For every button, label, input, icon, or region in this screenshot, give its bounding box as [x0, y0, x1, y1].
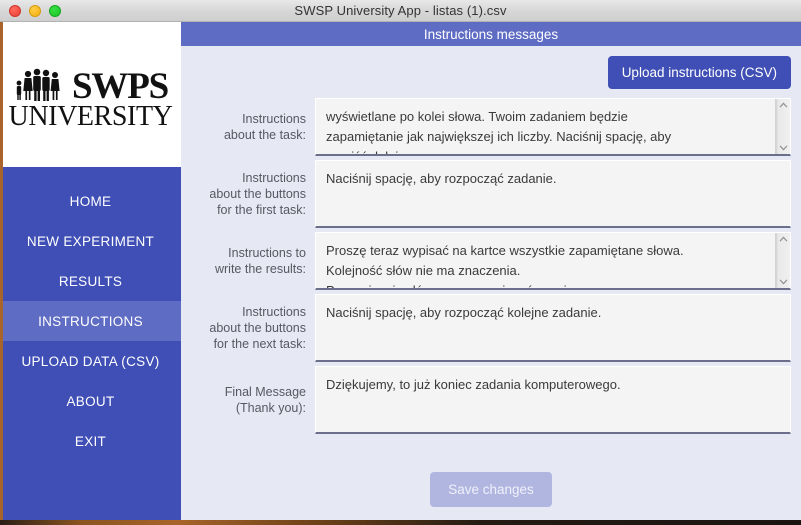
field-label-line: write the results: [214, 262, 306, 276]
textarea-task-instructions[interactable]: wyświetlane po kolei słowa. Twoim zadani… [315, 98, 791, 156]
field-row-task-instructions: Instructions about the task: wyświetlane… [191, 98, 791, 156]
field-label-line: about the buttons [209, 187, 306, 201]
content-area: Instructions messages Upload instruction… [181, 22, 801, 520]
close-button[interactable] [9, 4, 21, 17]
textarea-value[interactable]: Dziękujemy, to już koniec zadania komput… [316, 367, 790, 432]
sidebar-item-results[interactable]: RESULTS [0, 261, 181, 301]
textarea-value[interactable]: Naciśnij spację, aby rozpocząć zadanie. [316, 161, 790, 226]
window-body: SWPS UNIVERSITY HOME NEW EXPERIMENT RESU… [0, 22, 801, 520]
sidebar: SWPS UNIVERSITY HOME NEW EXPERIMENT RESU… [0, 22, 181, 520]
chevron-down-icon[interactable] [779, 279, 788, 285]
textarea-final-message[interactable]: Dziękujemy, to już koniec zadania komput… [315, 366, 791, 434]
field-label-line: (Thank you): [235, 401, 306, 415]
field-label-line: Instructions [242, 112, 306, 126]
desktop-edge-sliver [0, 22, 3, 520]
textarea-write-results[interactable]: Proszę teraz wypisać na kartce wszystkie… [315, 232, 791, 290]
field-label-line: for the first task: [217, 203, 306, 217]
save-toolbar: Save changes [181, 458, 801, 520]
field-row-first-task-buttons: Instructions about the buttons for the f… [191, 160, 791, 228]
sidebar-item-label: ABOUT [66, 393, 115, 409]
sidebar-item-upload-data[interactable]: UPLOAD DATA (CSV) [0, 341, 181, 381]
field-label-line: for the next task: [213, 337, 306, 351]
field-label-line: about the buttons [209, 321, 306, 335]
sidebar-item-new-experiment[interactable]: NEW EXPERIMENT [0, 221, 181, 261]
field-row-final-message: Final Message (Thank you): Dziękujemy, t… [191, 366, 791, 434]
field-label-line: about the task: [223, 128, 306, 142]
field-label-line: Final Message [224, 385, 306, 399]
vertical-scrollbar[interactable] [775, 99, 790, 154]
upload-toolbar: Upload instructions (CSV) [181, 46, 801, 98]
vertical-scrollbar[interactable] [775, 233, 790, 288]
upload-instructions-button[interactable]: Upload instructions (CSV) [607, 55, 791, 89]
field-row-next-task-buttons: Instructions about the buttons for the n… [191, 294, 791, 362]
sidebar-item-home[interactable]: HOME [0, 181, 181, 221]
sidebar-item-exit[interactable]: EXIT [0, 421, 181, 461]
sidebar-item-label: INSTRUCTIONS [38, 313, 143, 329]
desktop-background-strip [0, 520, 801, 525]
sidebar-item-label: NEW EXPERIMENT [26, 233, 155, 249]
logo-university-text: UNIVERSITY [8, 100, 173, 132]
window-controls [0, 4, 61, 17]
field-label: Final Message (Thank you): [191, 366, 315, 434]
sidebar-nav: HOME NEW EXPERIMENT RESULTS INSTRUCTIONS… [0, 167, 181, 520]
sidebar-item-about[interactable]: ABOUT [0, 381, 181, 421]
page-title: Instructions messages [181, 22, 801, 46]
chevron-down-icon[interactable] [779, 145, 788, 151]
sidebar-item-label: UPLOAD DATA (CSV) [21, 353, 160, 369]
swps-logo: SWPS UNIVERSITY [9, 63, 173, 131]
logo-panel: SWPS UNIVERSITY [0, 22, 181, 167]
window-title: SWSP University App - listas (1).csv [294, 3, 507, 18]
chevron-up-icon[interactable] [779, 102, 788, 108]
sidebar-item-instructions[interactable]: INSTRUCTIONS [0, 301, 181, 341]
field-row-write-results: Instructions to write the results: Prosz… [191, 232, 791, 290]
people-group-icon [16, 68, 60, 101]
field-label: Instructions about the buttons for the f… [191, 160, 315, 228]
save-changes-button[interactable]: Save changes [430, 471, 552, 507]
sidebar-item-label: EXIT [74, 433, 107, 449]
textarea-value[interactable]: Proszę teraz wypisać na kartce wszystkie… [316, 233, 775, 288]
field-label: Instructions to write the results: [191, 232, 315, 290]
logo-swps-text: SWPS [72, 65, 169, 107]
instruction-fields: Instructions about the task: wyświetlane… [181, 98, 801, 458]
textarea-value[interactable]: Naciśnij spację, aby rozpocząć kolejne z… [316, 295, 790, 360]
maximize-button[interactable] [49, 4, 61, 17]
minimize-button[interactable] [29, 4, 41, 17]
field-label-line: Instructions [242, 305, 306, 319]
sidebar-item-label: RESULTS [58, 273, 123, 289]
application-window: SWSP University App - listas (1).csv SWP… [0, 0, 801, 520]
textarea-next-task-buttons[interactable]: Naciśnij spację, aby rozpocząć kolejne z… [315, 294, 791, 362]
field-label: Instructions about the buttons for the n… [191, 294, 315, 362]
field-label-line: Instructions [242, 171, 306, 185]
sidebar-item-label: HOME [69, 193, 112, 209]
title-bar: SWSP University App - listas (1).csv [0, 0, 801, 22]
textarea-value[interactable]: wyświetlane po kolei słowa. Twoim zadani… [316, 99, 775, 154]
chevron-up-icon[interactable] [779, 236, 788, 242]
textarea-first-task-buttons[interactable]: Naciśnij spację, aby rozpocząć zadanie. [315, 160, 791, 228]
field-label: Instructions about the task: [191, 98, 315, 156]
field-label-line: Instructions to [228, 246, 306, 260]
